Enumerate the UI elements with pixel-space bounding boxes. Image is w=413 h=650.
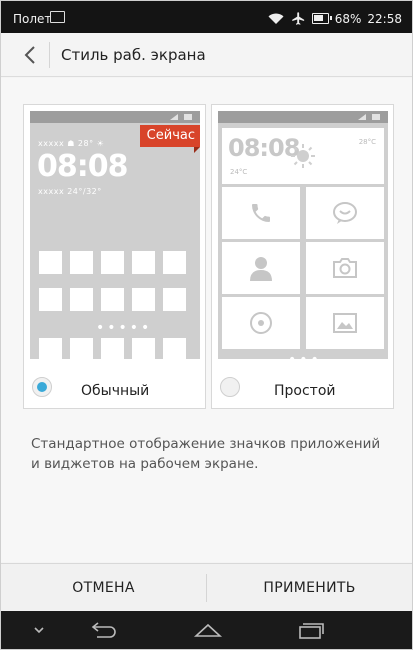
radio-row-simple <box>220 377 240 397</box>
music-tile <box>222 297 300 349</box>
image-icon <box>50 11 65 23</box>
camera-icon <box>333 258 357 278</box>
gallery-icon <box>333 313 357 333</box>
dock-icon <box>70 338 93 359</box>
preview-status-bar <box>30 111 200 123</box>
theme-option-simple[interactable]: 08:08 24°C 28°C Простой <box>211 104 394 409</box>
dock-icon <box>101 338 124 359</box>
phone-tile <box>222 187 300 239</box>
clock: 22:58 <box>367 11 402 26</box>
status-bar: Полет 68% 22:58 <box>1 1 412 33</box>
recent-apps-icon[interactable] <box>296 619 326 641</box>
radio-standard[interactable] <box>32 377 52 397</box>
page-dots: ••• <box>288 353 322 359</box>
simple-preview: 08:08 24°C 28°C <box>218 111 388 359</box>
simple-small-temp: 24°C <box>230 168 248 176</box>
theme-description: Стандартное отображение значков приложен… <box>31 436 381 472</box>
wifi-icon <box>268 13 284 24</box>
airplane-icon <box>291 12 304 25</box>
app-icon <box>101 251 124 274</box>
radio-simple[interactable] <box>220 377 240 397</box>
app-icon <box>70 251 93 274</box>
chat-icon <box>333 202 357 224</box>
contact-icon <box>250 257 272 281</box>
chevron-left-icon[interactable] <box>19 43 43 67</box>
phone-icon <box>252 204 270 222</box>
app-icon <box>101 288 124 311</box>
action-bar: ОТМЕНА ПРИМЕНИТЬ <box>1 563 412 611</box>
music-disc-icon <box>250 312 272 334</box>
simple-clock: 08:08 <box>228 134 300 162</box>
app-icon <box>132 251 155 274</box>
apply-button[interactable]: ПРИМЕНИТЬ <box>207 564 412 612</box>
dock-icon <box>39 338 62 359</box>
radio-row-standard <box>32 377 52 397</box>
battery-icon <box>311 13 332 24</box>
app-icon <box>132 288 155 311</box>
preview-date: xxxxx 24°/32° <box>38 187 102 196</box>
clock-weather-tile: 08:08 24°C 28°C <box>222 128 384 184</box>
page-title: Стиль раб. экрана <box>61 46 206 64</box>
camera-tile <box>306 242 384 294</box>
sun-icon <box>291 144 315 168</box>
option-label-standard: Обычный <box>81 383 150 399</box>
chevron-down-icon[interactable] <box>32 623 46 637</box>
app-icon <box>163 251 186 274</box>
status-icons: 68% 22:58 <box>267 11 402 26</box>
cancel-button[interactable]: ОТМЕНА <box>1 564 206 612</box>
back-icon[interactable] <box>89 619 119 641</box>
app-icon <box>70 288 93 311</box>
dock-icon <box>132 338 155 359</box>
standard-preview: Сейчас xxxxx ☗ 28° ☀ 08:08 xxxxx 24°/32°… <box>30 111 200 359</box>
preview-clock: 08:08 <box>37 149 128 184</box>
navigation-bar <box>1 611 412 649</box>
option-label-simple: Простой <box>274 383 336 399</box>
main-content: Сейчас xxxxx ☗ 28° ☀ 08:08 xxxxx 24°/32°… <box>1 78 412 562</box>
dock-icon <box>163 338 186 359</box>
current-badge: Сейчас <box>139 125 200 153</box>
carrier-name: Полет <box>13 12 52 26</box>
app-icon <box>163 288 186 311</box>
app-header: Стиль раб. экрана <box>1 33 412 77</box>
screen: Полет 68% 22:58 Стиль раб. экрана Сейчас… <box>0 0 413 650</box>
simple-temp: 28°C <box>358 138 376 146</box>
page-dots: ••••• <box>96 320 153 336</box>
app-icon <box>39 288 62 311</box>
theme-option-standard[interactable]: Сейчас xxxxx ☗ 28° ☀ 08:08 xxxxx 24°/32°… <box>23 104 206 409</box>
messages-tile <box>306 187 384 239</box>
battery-percent: 68% <box>334 11 362 26</box>
preview-weather: xxxxx ☗ 28° ☀ <box>38 139 105 148</box>
contacts-tile <box>222 242 300 294</box>
gallery-tile <box>306 297 384 349</box>
app-icon <box>39 251 62 274</box>
preview-status-bar <box>218 111 388 123</box>
header-divider <box>49 42 50 68</box>
home-icon[interactable] <box>193 619 223 641</box>
